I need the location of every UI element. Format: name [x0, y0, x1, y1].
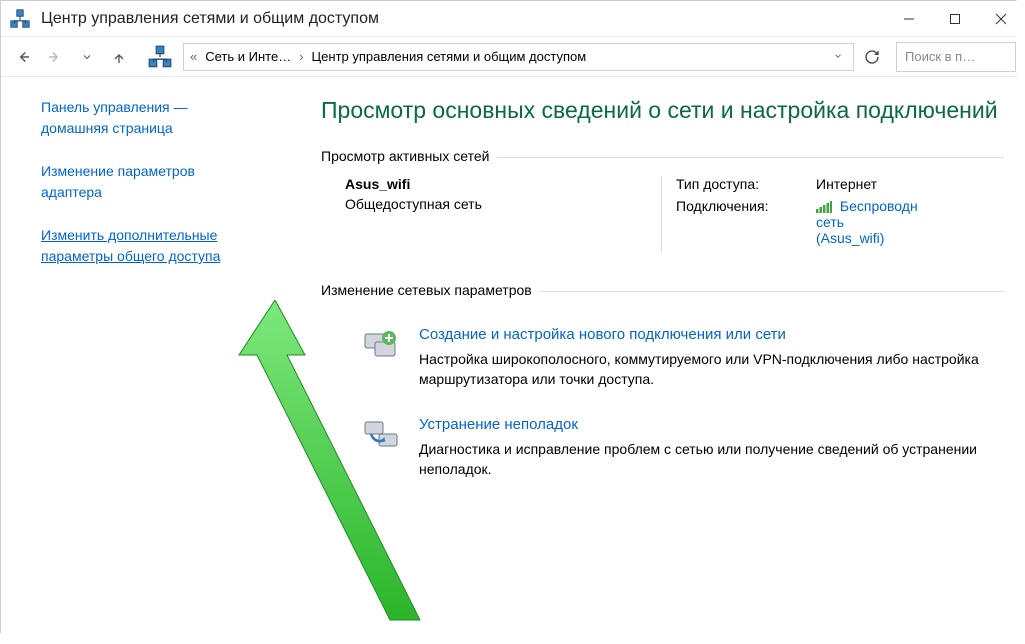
refresh-button[interactable]	[858, 43, 886, 71]
network-details: Тип доступа: Интернет Подключения:	[661, 176, 1004, 252]
connection-value: сеть	[816, 214, 844, 230]
connections-label: Подключения:	[676, 198, 816, 214]
back-button[interactable]	[9, 43, 37, 71]
breadcrumb-item[interactable]: Сеть и Инте…	[199, 49, 297, 64]
minimize-button[interactable]	[886, 1, 932, 37]
sidebar-label: адаптера	[41, 182, 281, 203]
forward-button[interactable]	[41, 43, 69, 71]
wifi-signal-icon	[816, 201, 832, 213]
troubleshoot-icon	[361, 416, 401, 456]
task-description: Настройка широкополосного, коммутируемог…	[419, 349, 1004, 390]
network-name: Asus_wifi	[345, 176, 621, 192]
page-heading: Просмотр основных сведений о сети и наст…	[321, 95, 1004, 126]
sidebar-label: домашняя страница	[41, 118, 281, 139]
chevron-left-icon[interactable]: «	[188, 49, 199, 64]
connection-value: Беспроводн	[840, 198, 918, 214]
access-type-value: Интернет	[816, 176, 877, 192]
breadcrumb-dropdown[interactable]	[827, 49, 849, 64]
maximize-button[interactable]	[932, 1, 978, 37]
connection-link[interactable]: Беспроводн сеть (Asus_wifi)	[816, 198, 918, 246]
task-new-connection[interactable]: Создание и настройка нового подключения …	[321, 326, 1004, 390]
network-type: Общедоступная сеть	[345, 196, 621, 212]
active-networks-heading: Просмотр активных сетей	[321, 148, 1004, 164]
task-description: Диагностика и исправление проблем с сеть…	[419, 439, 1004, 480]
up-button[interactable]	[105, 43, 133, 71]
window-title: Центр управления сетями и общим доступом	[41, 10, 886, 28]
search-placeholder: Поиск в п…	[905, 49, 975, 64]
network-center-icon	[9, 8, 31, 30]
task-title: Создание и настройка нового подключения …	[419, 326, 1004, 343]
sidebar-label: Панель управления —	[41, 97, 281, 118]
window-controls	[886, 1, 1024, 37]
task-list: Создание и настройка нового подключения …	[321, 326, 1004, 479]
change-settings-heading: Изменение сетевых параметров	[321, 282, 1004, 298]
task-title: Устранение неполадок	[419, 416, 1004, 433]
main-panel: Просмотр основных сведений о сети и наст…	[301, 77, 1024, 641]
task-troubleshoot[interactable]: Устранение неполадок Диагностика и испра…	[321, 416, 1004, 480]
network-summary: Asus_wifi Общедоступная сеть	[321, 176, 621, 252]
sidebar-label: Изменение параметров	[41, 161, 281, 182]
chevron-right-icon: ›	[297, 49, 305, 64]
sidebar-home-link[interactable]: Панель управления — домашняя страница	[41, 97, 281, 139]
recent-locations-button[interactable]	[73, 43, 101, 71]
new-connection-icon	[361, 326, 401, 366]
sidebar-adapter-link[interactable]: Изменение параметров адаптера	[41, 161, 281, 203]
connection-value: (Asus_wifi)	[816, 230, 884, 246]
titlebar: Центр управления сетями и общим доступом	[1, 1, 1024, 37]
access-type-label: Тип доступа:	[676, 176, 816, 192]
address-icon	[147, 44, 173, 70]
content-body: Панель управления — домашняя страница Из…	[1, 77, 1024, 641]
sidebar-label: параметры общего доступа	[41, 246, 281, 267]
sidebar: Панель управления — домашняя страница Из…	[1, 77, 301, 641]
window: Центр управления сетями и общим доступом…	[0, 0, 1025, 642]
sidebar-advanced-sharing-link[interactable]: Изменить дополнительные параметры общего…	[41, 225, 281, 267]
active-network-row: Asus_wifi Общедоступная сеть Тип доступа…	[321, 176, 1004, 252]
address-bar: « Сеть и Инте… › Центр управления сетями…	[1, 37, 1024, 77]
search-input[interactable]: Поиск в п…	[896, 42, 1016, 72]
breadcrumb-item[interactable]: Центр управления сетями и общим доступом	[306, 49, 593, 64]
sidebar-label: Изменить дополнительные	[41, 225, 281, 246]
breadcrumb[interactable]: « Сеть и Инте… › Центр управления сетями…	[183, 43, 854, 71]
